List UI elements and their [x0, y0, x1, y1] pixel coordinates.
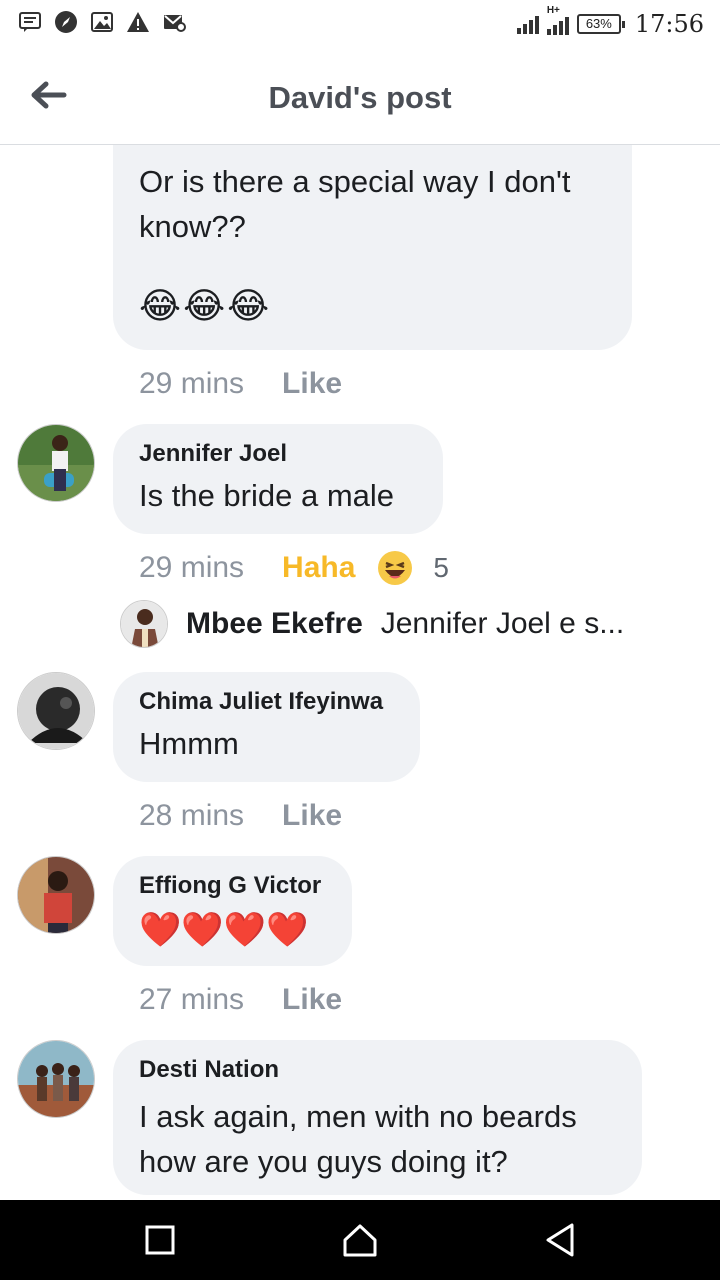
comment-author[interactable]: Desti Nation [139, 1056, 616, 1084]
comment-bubble[interactable]: Jennifer Joel Is the bride a male [113, 424, 443, 534]
avatar[interactable] [17, 856, 95, 934]
like-button[interactable]: Like [282, 367, 342, 401]
app-header: David's post [0, 50, 720, 145]
comment-emoji: 😂😂😂 [139, 285, 272, 326]
compass-icon [55, 11, 77, 33]
mail-blocked-icon [164, 15, 186, 32]
avatar[interactable] [17, 1040, 95, 1118]
reply-preview[interactable]: Mbee Ekefre Jennifer Joel e s... [120, 600, 624, 648]
comment-bubble[interactable]: Or is there a special way I don't know??… [113, 145, 632, 350]
comment-meta: 29 mins Like [139, 367, 342, 401]
page-title: David's post [268, 80, 452, 115]
avatar[interactable] [17, 424, 95, 502]
avatar[interactable] [17, 672, 95, 750]
comment-meta: 27 mins Like [139, 983, 342, 1017]
reaction-count[interactable]: 5 [433, 552, 449, 584]
comment-emoji: ❤️❤️❤️❤️ [139, 911, 309, 949]
like-button[interactable]: Like [282, 983, 342, 1017]
comment-time: 27 mins [139, 983, 245, 1016]
comment-meta: 28 mins Like [139, 799, 342, 833]
laughing-emoji-icon [377, 550, 413, 586]
comment-text: Hmmm [139, 726, 239, 761]
comment-feed[interactable]: Or is there a special way I don't know??… [0, 145, 720, 1200]
haha-reaction-button[interactable]: Haha [282, 551, 355, 585]
comment-time: 28 mins [139, 799, 245, 832]
notification-icons [18, 10, 186, 34]
reply-avatar[interactable] [120, 600, 168, 648]
signal-icon [516, 14, 539, 34]
comment-time: 29 mins [139, 367, 245, 400]
battery-indicator: 63% [576, 14, 625, 34]
message-icon [19, 12, 41, 32]
recent-apps-icon[interactable] [140, 1220, 180, 1260]
system-navigation-bar [0, 1200, 720, 1280]
status-indicators: H+ 63% 17:56 [516, 5, 704, 38]
comment-text: I ask again, men with no beards how are … [139, 1099, 577, 1179]
comment-bubble[interactable]: Chima Juliet Ifeyinwa Hmmm [113, 672, 420, 782]
comment-author[interactable]: Jennifer Joel [139, 440, 417, 468]
comment-author[interactable]: Chima Juliet Ifeyinwa [139, 688, 394, 716]
comment-author[interactable]: Effiong G Victor [139, 872, 326, 900]
back-nav-icon[interactable] [540, 1220, 580, 1260]
comment-time: 29 mins [139, 551, 245, 584]
comment-text: Or is there a special way I don't know?? [139, 164, 571, 244]
warning-icon [127, 12, 149, 32]
comment-bubble[interactable]: Desti Nation I ask again, men with no be… [113, 1040, 642, 1195]
reply-text: Jennifer Joel e s... [380, 607, 625, 640]
like-button[interactable]: Like [282, 799, 342, 833]
image-icon [91, 12, 113, 32]
clock: 17:56 [634, 10, 704, 38]
comment-meta: 29 mins Haha 5 [139, 550, 449, 586]
reply-author[interactable]: Mbee Ekefre [186, 607, 363, 641]
comment-text: Is the bride a male [139, 478, 395, 513]
network-icon: H+ [546, 5, 569, 35]
status-bar: H+ 63% 17:56 [0, 0, 720, 50]
comment-bubble[interactable]: Effiong G Victor ❤️❤️❤️❤️ [113, 856, 352, 966]
home-icon[interactable] [340, 1220, 380, 1260]
